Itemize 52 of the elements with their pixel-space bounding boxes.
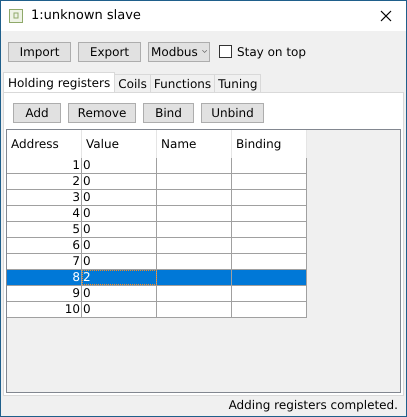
table-cell: 0 bbox=[82, 190, 157, 205]
column-header[interactable]: Value bbox=[82, 130, 157, 158]
table-cell: 0 bbox=[82, 302, 157, 317]
toolbar-button[interactable]: Export bbox=[78, 42, 141, 62]
table-cell: 6 bbox=[7, 238, 82, 253]
table-cell: 2 bbox=[7, 174, 82, 189]
table-row[interactable]: 10 0 bbox=[7, 302, 307, 318]
table-cell: 1 bbox=[7, 158, 82, 173]
table-cell: 0 bbox=[82, 174, 157, 189]
column-header[interactable]: Name bbox=[157, 130, 232, 158]
status-text: Adding registers completed. bbox=[228, 397, 398, 414]
table-row[interactable]: 1 0 bbox=[7, 158, 307, 174]
app-icon bbox=[9, 9, 23, 23]
table-cell: 0 bbox=[82, 286, 157, 301]
column-header[interactable]: Binding bbox=[232, 130, 307, 158]
table-row[interactable]: 4 0 bbox=[7, 206, 307, 222]
action-button[interactable]: Bind bbox=[143, 103, 194, 123]
action-button[interactable]: Unbind bbox=[201, 103, 264, 123]
window-title: 1:unknown slave bbox=[31, 7, 142, 26]
chevron-icon bbox=[202, 49, 207, 54]
checkbox-label: Stay on top bbox=[237, 44, 306, 60]
action-button[interactable]: Remove bbox=[68, 103, 136, 123]
tab[interactable]: Holding registers bbox=[3, 72, 116, 92]
tab[interactable]: Tuning bbox=[215, 74, 262, 92]
table-row[interactable]: 2 0 bbox=[7, 174, 307, 190]
table-cell: 0 bbox=[82, 158, 157, 173]
action-button[interactable]: Add bbox=[13, 103, 61, 123]
table-row[interactable]: 7 0 bbox=[7, 254, 307, 270]
table-cell: 7 bbox=[7, 254, 82, 269]
toolbar-button[interactable]: Import bbox=[8, 42, 71, 62]
close-icon[interactable] bbox=[380, 10, 392, 22]
table-cell: 0 bbox=[82, 254, 157, 269]
table-cell: 3 bbox=[7, 190, 82, 205]
table-cell: 0 bbox=[82, 238, 157, 253]
table-cell: 8 bbox=[7, 270, 82, 285]
table-row[interactable]: 5 0 bbox=[7, 222, 307, 238]
table-row[interactable]: 9 0 bbox=[7, 286, 307, 302]
table-row[interactable]: 8 2 bbox=[7, 270, 307, 286]
table-cell: 4 bbox=[7, 206, 82, 221]
protocol-dropdown[interactable]: Modbus bbox=[148, 42, 210, 62]
tab[interactable]: Functions bbox=[150, 74, 216, 92]
column-header[interactable]: Address bbox=[7, 130, 82, 158]
table-row[interactable]: 3 0 bbox=[7, 190, 307, 206]
table-cell: 10 bbox=[7, 302, 82, 317]
table-cell: 9 bbox=[7, 286, 82, 301]
stay-on-top-checkbox[interactable] bbox=[219, 45, 232, 58]
table-cell: 5 bbox=[7, 222, 82, 237]
table-cell: 0 bbox=[82, 206, 157, 221]
table-row[interactable]: 6 0 bbox=[7, 238, 307, 254]
tab[interactable]: Coils bbox=[115, 74, 151, 92]
table-cell: 2 bbox=[82, 270, 157, 285]
table-cell: 0 bbox=[82, 222, 157, 237]
